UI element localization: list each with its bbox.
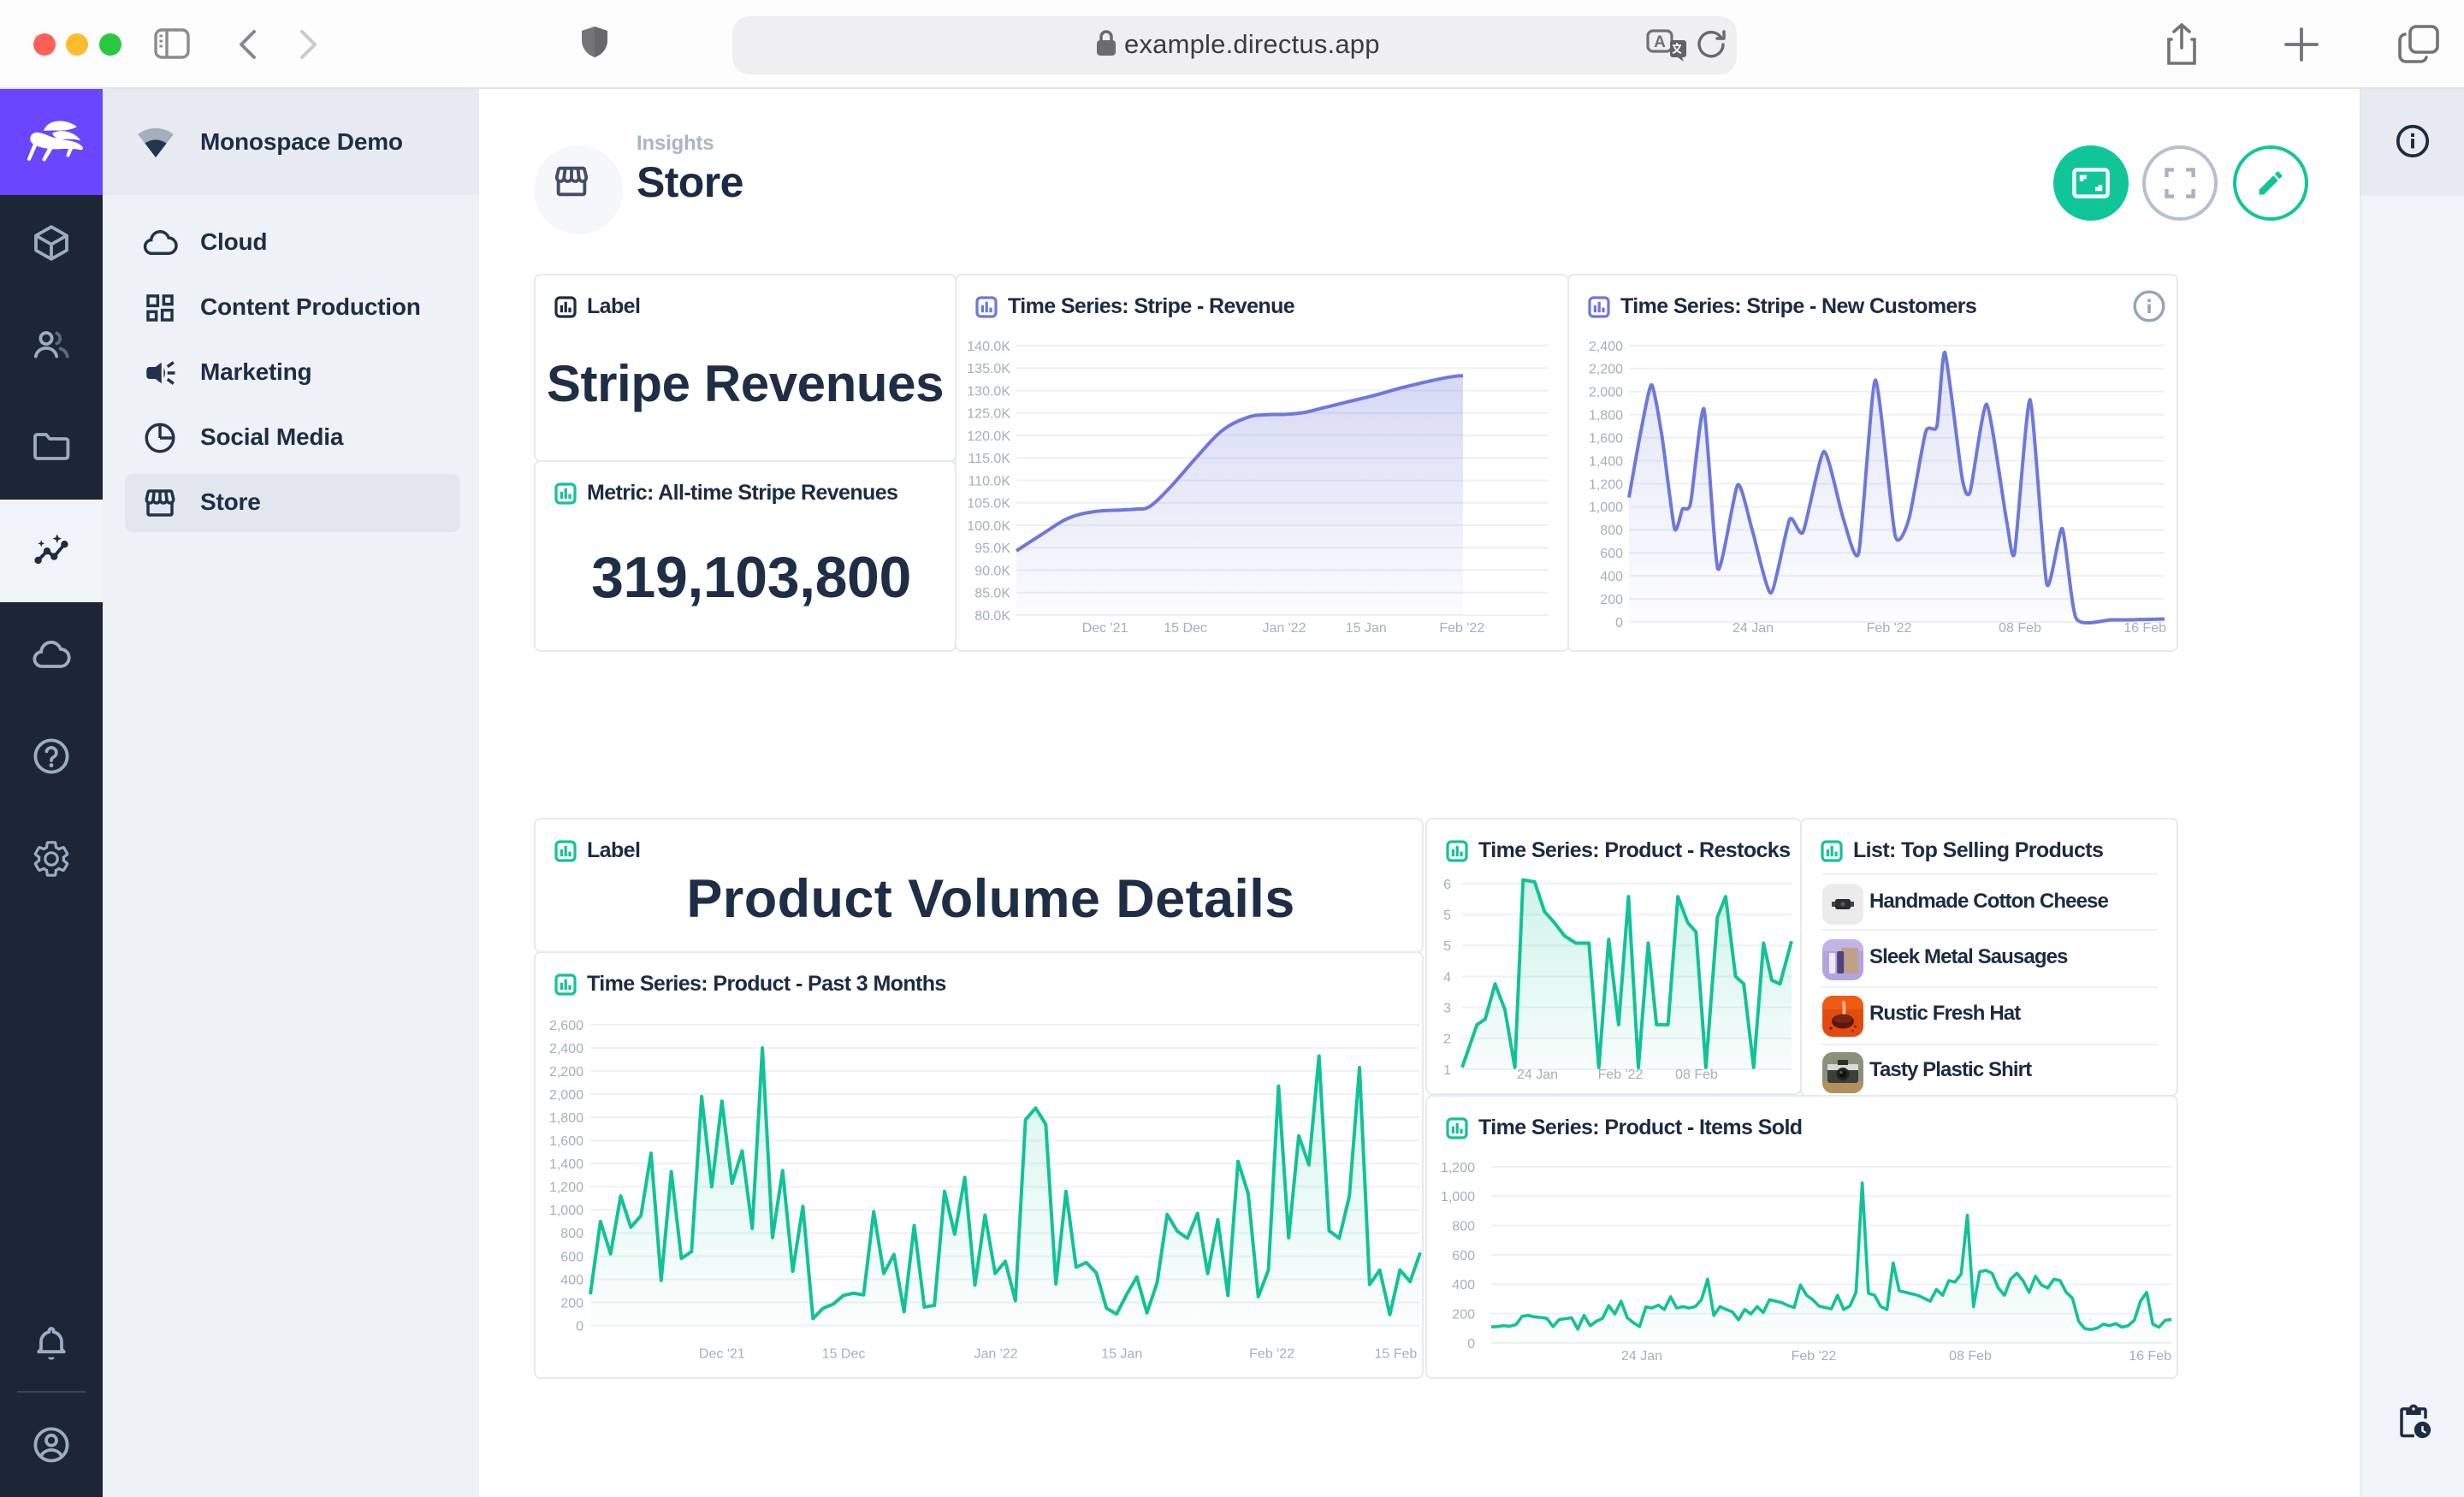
- svg-text:130.0K: 130.0K: [967, 384, 1010, 399]
- svg-text:2,600: 2,600: [549, 1019, 583, 1033]
- svg-text:6: 6: [1443, 878, 1451, 892]
- svg-text:200: 200: [1452, 1307, 1475, 1322]
- svg-text:1: 1: [1443, 1063, 1451, 1078]
- svg-text:3: 3: [1443, 1001, 1451, 1015]
- svg-text:800: 800: [560, 1227, 583, 1241]
- svg-text:1,200: 1,200: [549, 1180, 583, 1195]
- svg-text:Jan '22: Jan '22: [1262, 621, 1306, 636]
- svg-text:115.0K: 115.0K: [968, 452, 1010, 466]
- svg-text:140.0K: 140.0K: [967, 340, 1010, 354]
- svg-text:2,400: 2,400: [1589, 340, 1623, 354]
- svg-text:1,600: 1,600: [549, 1134, 583, 1149]
- svg-text:Feb '22: Feb '22: [1439, 621, 1484, 636]
- svg-text:15 Feb: 15 Feb: [1374, 1346, 1417, 1361]
- svg-text:08 Feb: 08 Feb: [1675, 1068, 1718, 1082]
- svg-text:200: 200: [1600, 593, 1623, 607]
- svg-text:2,000: 2,000: [549, 1088, 583, 1103]
- svg-text:200: 200: [560, 1296, 583, 1311]
- svg-text:Feb '22: Feb '22: [1249, 1346, 1294, 1361]
- svg-text:1,400: 1,400: [1589, 454, 1623, 469]
- svg-text:Jan '22: Jan '22: [974, 1346, 1017, 1361]
- svg-text:15 Jan: 15 Jan: [1101, 1346, 1142, 1361]
- svg-text:105.0K: 105.0K: [967, 497, 1010, 512]
- svg-text:400: 400: [1600, 570, 1623, 584]
- svg-text:95.0K: 95.0K: [974, 541, 1010, 556]
- svg-text:1,800: 1,800: [1589, 409, 1623, 423]
- svg-text:2,200: 2,200: [549, 1065, 583, 1080]
- svg-text:1,000: 1,000: [549, 1204, 583, 1218]
- svg-text:08 Feb: 08 Feb: [1999, 621, 2041, 636]
- svg-text:1,600: 1,600: [1589, 431, 1623, 446]
- svg-text:100.0K: 100.0K: [967, 519, 1010, 534]
- svg-text:80.0K: 80.0K: [974, 609, 1010, 624]
- svg-text:600: 600: [1600, 547, 1623, 561]
- svg-text:15 Dec: 15 Dec: [822, 1346, 866, 1361]
- svg-text:16 Feb: 16 Feb: [2123, 621, 2166, 636]
- svg-text:0: 0: [1615, 616, 1623, 630]
- svg-text:15 Jan: 15 Jan: [1346, 621, 1387, 636]
- svg-text:600: 600: [1452, 1249, 1475, 1263]
- svg-text:1,400: 1,400: [549, 1157, 583, 1172]
- svg-text:2,000: 2,000: [1589, 386, 1623, 400]
- svg-text:125.0K: 125.0K: [967, 407, 1010, 422]
- svg-text:16 Feb: 16 Feb: [2129, 1349, 2171, 1364]
- svg-text:400: 400: [1452, 1278, 1475, 1293]
- svg-text:Dec '21: Dec '21: [1082, 621, 1128, 636]
- svg-text:5: 5: [1443, 908, 1451, 923]
- svg-text:90.0K: 90.0K: [974, 564, 1010, 578]
- svg-text:08 Feb: 08 Feb: [1949, 1349, 1992, 1364]
- svg-text:120.0K: 120.0K: [967, 429, 1010, 444]
- svg-text:Feb '22: Feb '22: [1867, 621, 1912, 636]
- svg-text:800: 800: [1452, 1219, 1475, 1234]
- svg-text:4: 4: [1443, 970, 1451, 985]
- svg-text:85.0K: 85.0K: [974, 587, 1010, 601]
- svg-text:1,200: 1,200: [1589, 477, 1623, 492]
- svg-text:24 Jan: 24 Jan: [1621, 1349, 1662, 1364]
- svg-text:Feb '22: Feb '22: [1598, 1068, 1644, 1082]
- svg-text:110.0K: 110.0K: [968, 474, 1010, 488]
- svg-text:1,800: 1,800: [549, 1111, 583, 1126]
- svg-text:2,400: 2,400: [549, 1042, 583, 1056]
- svg-text:0: 0: [576, 1319, 583, 1334]
- svg-text:600: 600: [560, 1250, 583, 1264]
- svg-text:5: 5: [1443, 939, 1451, 954]
- svg-text:A: A: [1654, 33, 1666, 51]
- svg-text:24 Jan: 24 Jan: [1732, 621, 1774, 636]
- svg-text:2,200: 2,200: [1589, 363, 1623, 377]
- svg-text:1,200: 1,200: [1441, 1161, 1475, 1175]
- svg-text:400: 400: [560, 1273, 583, 1287]
- svg-text:800: 800: [1600, 524, 1623, 538]
- svg-text:Feb '22: Feb '22: [1792, 1349, 1837, 1364]
- svg-text:1,000: 1,000: [1441, 1190, 1475, 1204]
- svg-text:24 Jan: 24 Jan: [1517, 1068, 1558, 1082]
- svg-text:15 Dec: 15 Dec: [1164, 621, 1207, 636]
- svg-text:Dec '21: Dec '21: [699, 1346, 745, 1361]
- svg-text:1,000: 1,000: [1589, 500, 1623, 515]
- svg-text:0: 0: [1467, 1337, 1475, 1352]
- svg-text:135.0K: 135.0K: [967, 362, 1010, 376]
- svg-text:2: 2: [1443, 1033, 1451, 1047]
